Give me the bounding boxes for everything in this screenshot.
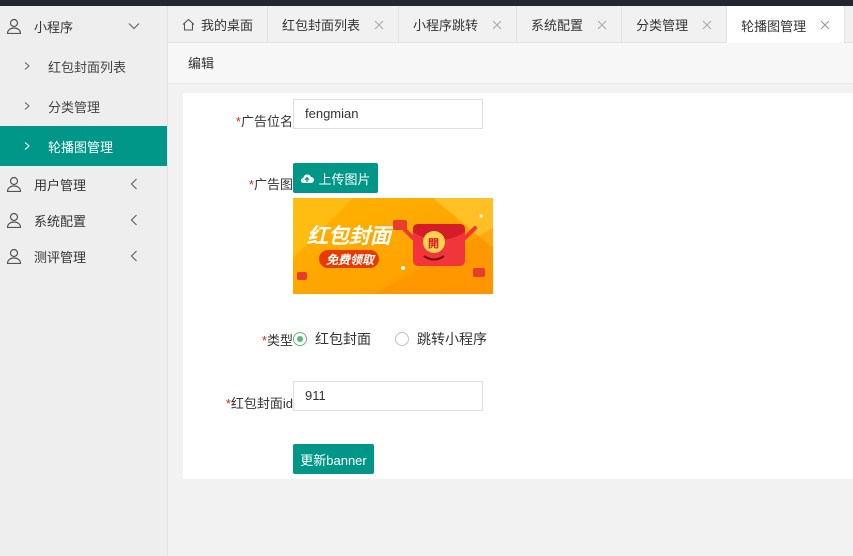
tab-system-config[interactable]: 系统配置 (517, 6, 623, 43)
cover-id-label: *红包封面id (225, 396, 293, 411)
chevron-left-icon (130, 250, 137, 262)
cover-id-input[interactable]: 911 (293, 381, 483, 411)
radio-indicator (395, 332, 409, 346)
tab-label: 红包封面列表 (282, 18, 361, 33)
tab-desktop[interactable]: 我的桌面 (168, 6, 269, 43)
sidebar-item-category[interactable]: 分类管理 (0, 86, 167, 126)
user-icon (6, 212, 22, 228)
sidebar-group-label: 小程序 (34, 19, 74, 35)
sidebar-group-users[interactable]: 用户管理 (0, 166, 167, 202)
sidebar-group-mini-program[interactable]: 小程序 (0, 6, 167, 46)
banner-title: 红包封面 (307, 224, 395, 248)
chevron-right-icon (24, 62, 30, 70)
sidebar-group-label: 测评管理 (34, 249, 87, 265)
tab-label: 轮播图管理 (741, 18, 807, 34)
content-area: 编辑 *广告位名 fengmian *广告图 上传图片 红包封面 免费领取 開 … (168, 43, 853, 556)
tab-red-envelope-list[interactable]: 红包封面列表 (268, 6, 400, 43)
sidebar-item-carousel[interactable]: 轮播图管理 (0, 126, 167, 166)
tab-bar: 我的桌面 红包封面列表 小程序跳转 系统配置 分类管理 轮播图管理 (168, 6, 853, 44)
sidebar-item-label: 红包封面列表 (48, 59, 127, 75)
tab-label: 我的桌面 (201, 18, 254, 33)
close-icon[interactable] (597, 20, 607, 30)
upload-image-button[interactable]: 上传图片 (293, 163, 378, 193)
tab-label: 分类管理 (636, 18, 689, 33)
tab-category[interactable]: 分类管理 (622, 6, 728, 43)
sidebar: 小程序 红包封面列表 分类管理 轮播图管理 用户管理 系统配置 测评管理 (0, 6, 168, 556)
close-icon[interactable] (702, 20, 712, 30)
tab-carousel[interactable]: 轮播图管理 (727, 6, 846, 44)
tab-mini-program-jump[interactable]: 小程序跳转 (399, 6, 518, 43)
chevron-left-icon (130, 178, 137, 190)
close-icon[interactable] (374, 20, 384, 30)
radio-label: 跳转小程序 (417, 331, 487, 347)
radio-indicator (293, 332, 307, 346)
envelope-character: 開 (428, 237, 439, 250)
sidebar-group-label: 用户管理 (34, 177, 87, 193)
chevron-right-icon (24, 142, 30, 150)
tab-label: 小程序跳转 (413, 18, 479, 33)
type-label: *类型 (261, 333, 293, 348)
user-icon (6, 18, 22, 34)
chevron-left-icon (130, 214, 137, 226)
banner-subtitle: 免费领取 (326, 253, 376, 267)
ad-image-label: *广告图 (248, 177, 293, 192)
ad-position-label: *广告位名 (235, 114, 293, 129)
breadcrumb: 编辑 (168, 43, 853, 84)
close-icon[interactable] (492, 20, 502, 30)
sidebar-item-label: 轮播图管理 (48, 139, 114, 155)
banner-graphic: 红包封面 免费领取 開 (293, 198, 493, 294)
ad-image-preview: 红包封面 免费领取 開 (293, 198, 493, 294)
sidebar-group-label: 系统配置 (34, 213, 87, 229)
chevron-right-icon (24, 102, 30, 110)
ad-position-input[interactable]: fengmian (293, 99, 483, 129)
home-icon (182, 18, 195, 31)
tab-label: 系统配置 (531, 18, 584, 33)
update-banner-button[interactable]: 更新banner (293, 444, 374, 474)
edit-form: *广告位名 fengmian *广告图 上传图片 红包封面 免费领取 開 *类型… (183, 93, 853, 479)
sidebar-item-red-envelope-list[interactable]: 红包封面列表 (0, 46, 167, 86)
type-radio-mini-program[interactable]: 跳转小程序 (395, 329, 487, 349)
sidebar-group-evaluation[interactable]: 测评管理 (0, 238, 167, 274)
sidebar-group-system[interactable]: 系统配置 (0, 202, 167, 238)
chevron-down-icon (128, 23, 140, 30)
close-icon[interactable] (820, 20, 830, 30)
type-radio-red-envelope[interactable]: 红包封面 (293, 329, 371, 349)
sidebar-item-label: 分类管理 (48, 99, 101, 115)
user-icon (6, 176, 22, 192)
user-icon (6, 248, 22, 264)
radio-label: 红包封面 (315, 331, 371, 347)
cloud-upload-icon (301, 174, 315, 184)
